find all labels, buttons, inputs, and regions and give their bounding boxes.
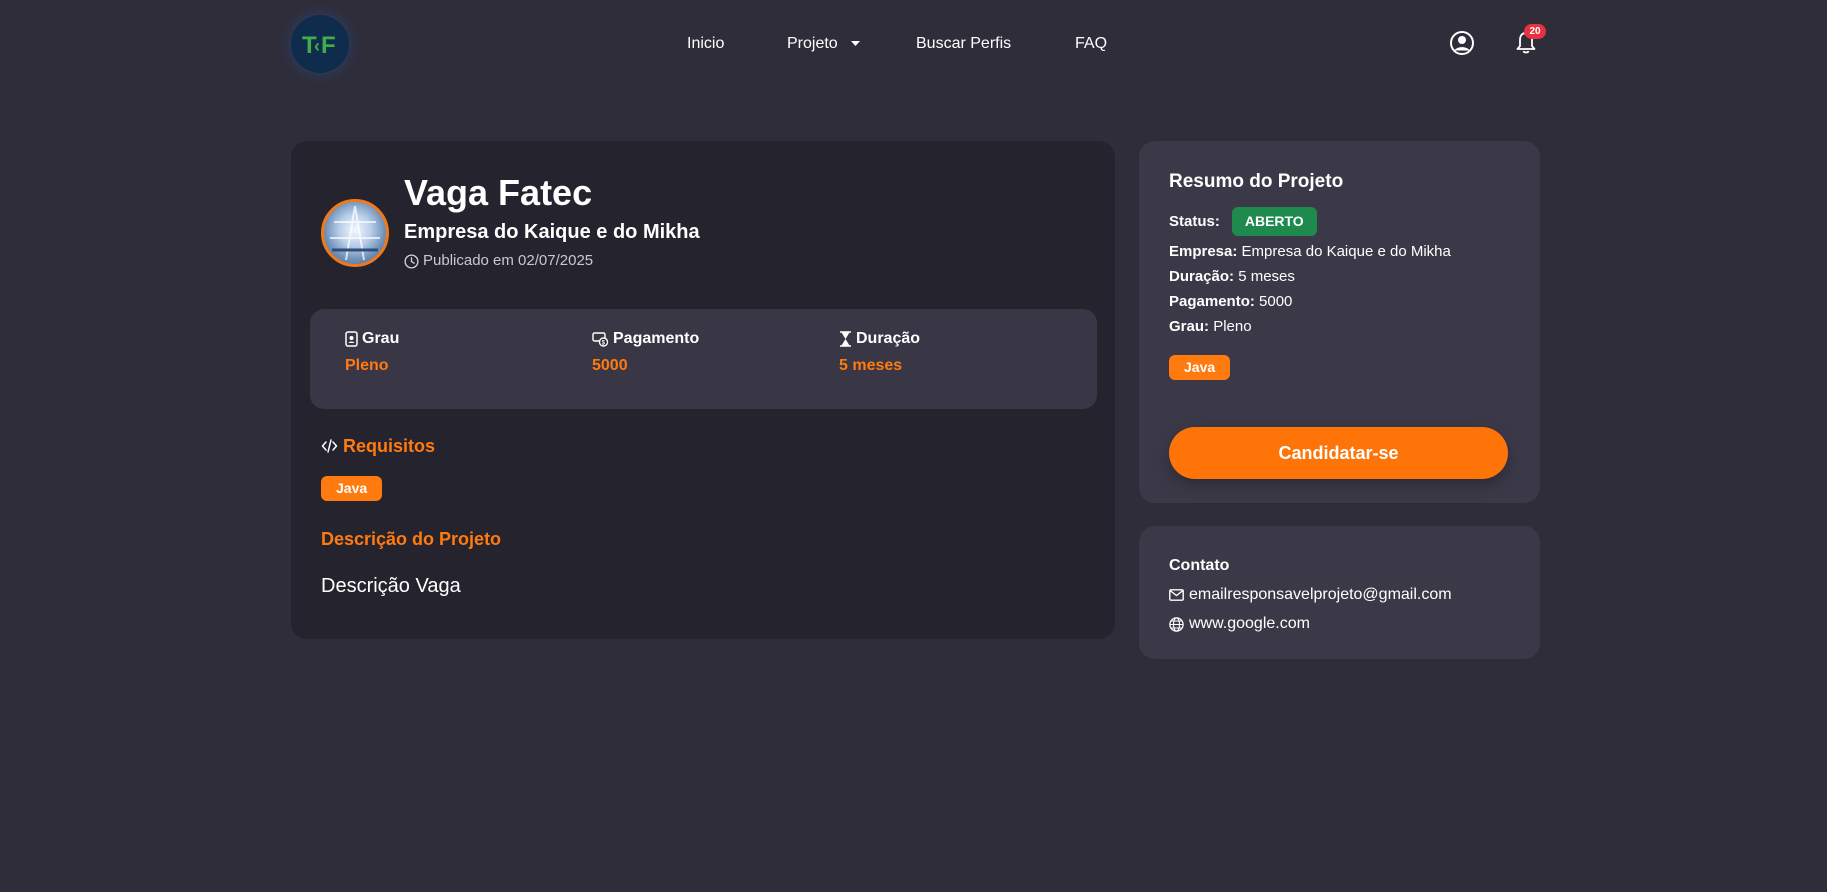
project-description: Descrição Vaga [321, 575, 461, 597]
summary-grau-row: Grau: Pleno [1169, 317, 1252, 337]
stat-grau-value: Pleno [345, 357, 389, 374]
summary-duracao-row: Duração: 5 meses [1169, 267, 1295, 287]
stat-duracao-value: 5 meses [839, 357, 903, 374]
avatar-image [330, 205, 380, 261]
requirements-heading-text: Requisitos [343, 436, 436, 456]
summary-grau-value: Pleno [1213, 318, 1252, 335]
hourglass-icon [840, 331, 851, 347]
company-avatar [321, 199, 389, 267]
published-date: Publicado em 02/07/2025 [404, 251, 593, 271]
stat-duracao: Duração 5 meses [839, 329, 920, 376]
summary-empresa-label: Empresa: [1169, 243, 1238, 260]
nav-link-buscar-perfis[interactable]: Buscar Perfis [916, 34, 1011, 54]
project-title: Vaga Fatec [404, 172, 593, 213]
requirement-tag: Java [321, 476, 383, 501]
clock-icon [404, 253, 419, 269]
summary-grau-label: Grau: [1169, 318, 1210, 335]
caret-down-icon [851, 40, 861, 46]
user-circle-icon [1450, 31, 1474, 55]
contact-title: Contato [1169, 557, 1230, 574]
summary-duracao-value: 5 meses [1238, 268, 1295, 285]
coins-icon: $ [592, 332, 609, 347]
contact-card: Contato emailresponsavelprojeto@gmail.co… [1139, 526, 1540, 659]
summary-empresa-row: Empresa: Empresa do Kaique e do Mikha [1169, 242, 1451, 262]
notification-count-badge: 20 [1524, 24, 1546, 39]
envelope-icon [1169, 589, 1184, 601]
stat-pagamento-label: Pagamento [613, 330, 700, 347]
project-summary-card: Resumo do Projeto Status: ABERTO Empresa:… [1139, 141, 1540, 503]
contact-email[interactable]: emailresponsavelprojeto@gmail.com [1169, 585, 1452, 605]
summary-status-label: Status: [1169, 213, 1220, 230]
nav-link-faq[interactable]: FAQ [1075, 34, 1107, 54]
nav-link-projeto[interactable]: Projeto [787, 34, 861, 54]
summary-pagamento-value: 5000 [1259, 293, 1293, 310]
nav-link-projeto-label: Projeto [787, 35, 838, 52]
status-badge: ABERTO [1231, 207, 1317, 236]
summary-pagamento-label: Pagamento: [1169, 293, 1255, 310]
published-date-text: Publicado em 02/07/2025 [423, 252, 594, 269]
nav-link-inicio[interactable]: Inicio [687, 34, 724, 54]
requirements-heading: Requisitos [321, 434, 435, 458]
description-heading: Descrição do Projeto [321, 529, 502, 549]
navbar: T ‹ F Inicio Projeto Buscar Perfis FAQ 2… [0, 0, 1827, 88]
summary-status-row: Status: ABERTO [1169, 207, 1317, 236]
project-company: Empresa do Kaique e do Mikha [404, 221, 700, 243]
stat-pagamento-value: 5000 [592, 357, 628, 374]
summary-empresa-value: Empresa do Kaique e do Mikha [1241, 243, 1451, 260]
stat-pagamento: $ Pagamento 5000 [592, 329, 699, 376]
summary-duracao-label: Duração: [1169, 268, 1235, 285]
summary-tag: Java [1169, 355, 1231, 380]
stat-grau-label: Grau [362, 330, 400, 347]
contact-email-text: emailresponsavelprojeto@gmail.com [1189, 586, 1452, 603]
project-stats-panel: Grau Pleno $ Pagamento 5000 Duração 5 me… [310, 309, 1097, 409]
contact-website[interactable]: www.google.com [1169, 614, 1310, 634]
requirements-tags: Java [321, 476, 383, 501]
user-profile-button[interactable] [1448, 29, 1476, 57]
svg-text:F: F [321, 32, 336, 59]
logo-icon: T ‹ F [302, 32, 336, 59]
globe-icon [1169, 616, 1184, 632]
summary-pagamento-row: Pagamento: 5000 [1169, 292, 1292, 312]
code-icon [321, 439, 338, 453]
summary-tags: Java [1169, 355, 1231, 380]
svg-text:‹: ‹ [314, 36, 320, 56]
apply-button[interactable]: Candidatar-se [1169, 427, 1508, 479]
project-detail-card: Vaga Fatec Empresa do Kaique e do Mikha … [291, 141, 1115, 639]
stat-grau: Grau Pleno [345, 329, 399, 376]
badge-icon [345, 331, 358, 347]
summary-title: Resumo do Projeto [1169, 171, 1344, 192]
stat-duracao-label: Duração [856, 330, 921, 347]
contact-website-text: www.google.com [1189, 615, 1310, 632]
logo[interactable]: T ‹ F [291, 15, 349, 73]
